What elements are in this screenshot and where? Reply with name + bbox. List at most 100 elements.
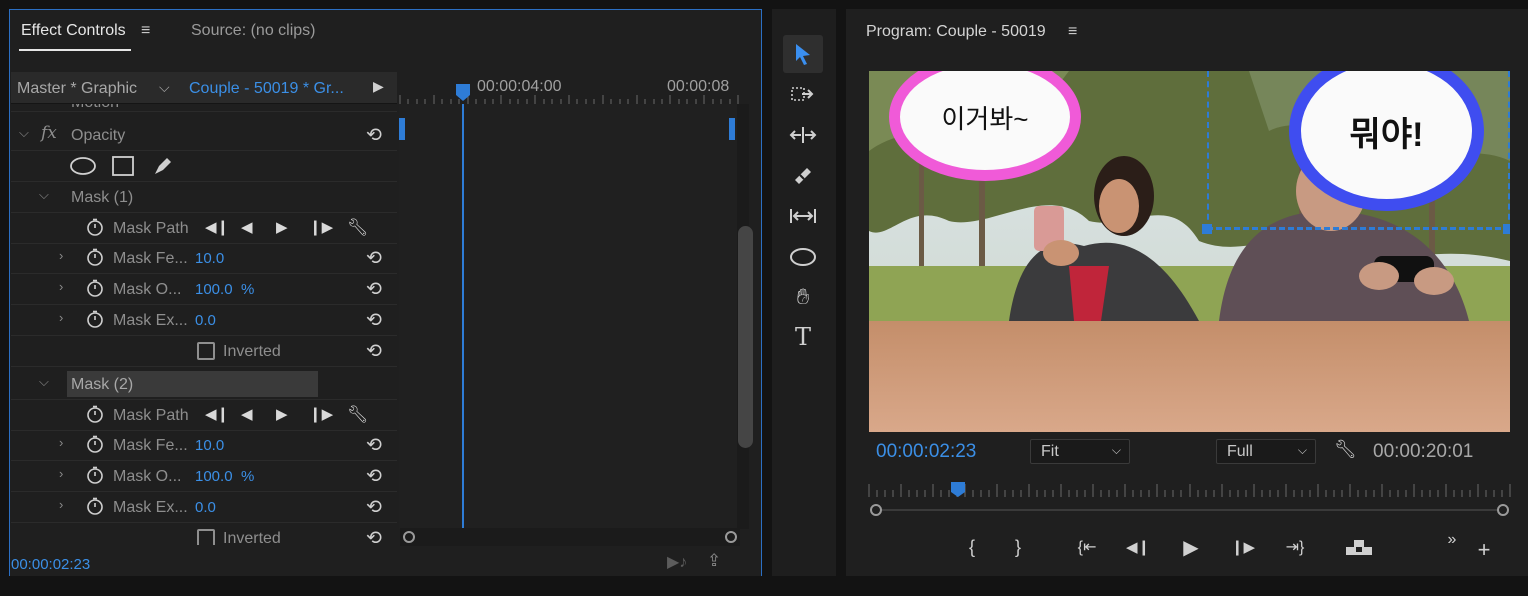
step-forward-button[interactable]: ❙▶ <box>1231 536 1255 558</box>
chevron-down-icon[interactable]: ⌵ <box>159 79 170 96</box>
reset-icon[interactable]: ⟲ <box>366 247 382 270</box>
wrench-icon[interactable]: 🔧︎ <box>1334 439 1357 460</box>
ellipse-mask-icon[interactable] <box>69 156 97 176</box>
chevron-right-icon[interactable]: › <box>59 466 63 481</box>
mask-opacity-value[interactable]: 100.0 <box>195 281 233 298</box>
wrench-icon[interactable]: 🔧︎ <box>347 218 369 238</box>
stopwatch-icon[interactable] <box>86 466 104 484</box>
mask-2-row[interactable]: ⌵ Mask (2) <box>11 369 397 400</box>
chevron-right-icon[interactable]: › <box>59 497 63 512</box>
scroll-end-handle[interactable] <box>725 531 737 543</box>
mask-handle[interactable] <box>1503 224 1510 234</box>
button-editor-plus-icon[interactable]: + <box>1474 537 1494 562</box>
fx-icon[interactable]: fx <box>41 123 57 143</box>
chevron-down-icon[interactable]: ⌵ <box>19 125 29 141</box>
mask-feather-value[interactable]: 10.0 <box>195 437 224 454</box>
reset-icon[interactable]: ⟲ <box>366 278 382 301</box>
chevron-down-icon[interactable]: ⌵ <box>39 187 49 203</box>
mask-1-row[interactable]: ⌵ Mask (1) <box>11 182 397 213</box>
reset-icon[interactable]: ⟲ <box>366 124 382 147</box>
opacity-row[interactable]: ⌵ fx Opacity ⟲ <box>11 120 397 151</box>
lift-button[interactable] <box>1342 536 1376 558</box>
track-forward-icon[interactable]: ▶ <box>276 405 288 423</box>
stopwatch-icon[interactable] <box>86 279 104 297</box>
playhead-handle[interactable] <box>456 84 470 101</box>
more-controls-icon[interactable]: » <box>1442 529 1462 551</box>
mark-in-button[interactable]: { <box>962 536 982 558</box>
mask-expansion-value[interactable]: 0.0 <box>195 499 216 516</box>
mask-opacity-value[interactable]: 100.0 <box>195 468 233 485</box>
mask-handle[interactable] <box>1202 224 1212 234</box>
track-backward-one-icon[interactable]: ◀❙ <box>205 218 229 236</box>
panel-menu-icon[interactable]: ≡ <box>1068 23 1077 41</box>
horizontal-scrollbar[interactable] <box>400 528 740 546</box>
track-forward-one-icon[interactable]: ❙▶ <box>309 405 333 423</box>
program-zoom-scrollbar[interactable] <box>868 501 1511 519</box>
keyframe-timeline-area[interactable] <box>399 104 739 529</box>
chevron-down-icon[interactable]: ⌵ <box>39 374 49 390</box>
hand-tool[interactable]: ✋︎ <box>783 278 823 316</box>
step-back-button[interactable]: ◀❙ <box>1126 536 1150 558</box>
rectangle-mask-icon[interactable] <box>111 155 135 177</box>
tab-effect-controls[interactable]: Effect Controls <box>21 22 126 40</box>
go-to-out-button[interactable]: ⇥} <box>1280 536 1310 558</box>
inverted-checkbox[interactable] <box>197 342 215 360</box>
play-audio-icon[interactable]: ▶♪ <box>667 552 687 572</box>
slip-tool[interactable] <box>783 197 823 235</box>
tab-source[interactable]: Source: (no clips) <box>191 22 316 40</box>
stopwatch-icon[interactable] <box>86 218 104 236</box>
pen-mask-icon[interactable] <box>151 154 175 178</box>
video-frame[interactable]: 이거봐~ 뭐야! <box>869 71 1510 432</box>
play-button[interactable]: ▶ <box>1179 536 1203 559</box>
razor-tool[interactable] <box>783 157 823 195</box>
reset-icon[interactable]: ⟲ <box>366 434 382 457</box>
stopwatch-icon[interactable] <box>86 405 104 423</box>
selection-tool[interactable] <box>783 35 823 73</box>
program-monitor-title[interactable]: Program: Couple - 50019 <box>866 23 1046 41</box>
ellipse-tool[interactable] <box>783 238 823 276</box>
stopwatch-icon[interactable] <box>86 310 104 328</box>
track-backward-icon[interactable]: ◀ <box>241 218 253 236</box>
program-timecode[interactable]: 00:00:02:23 <box>876 441 976 463</box>
type-tool[interactable]: T <box>783 318 823 356</box>
effect-controls-timecode[interactable]: 00:00:02:23 <box>11 556 90 573</box>
stopwatch-icon[interactable] <box>86 497 104 515</box>
reset-icon[interactable]: ⟲ <box>366 465 382 488</box>
reset-icon[interactable]: ⟲ <box>366 527 382 545</box>
ripple-edit-tool[interactable] <box>783 116 823 154</box>
zoom-dropdown[interactable]: Fit ⌵ <box>1030 439 1130 464</box>
chevron-right-icon[interactable]: › <box>59 248 63 263</box>
effect-controls-time-ruler[interactable]: 00:00:04:00 00:00:08 <box>399 72 739 104</box>
wrench-icon[interactable]: 🔧︎ <box>347 405 369 425</box>
go-to-in-button[interactable]: {⇤ <box>1072 536 1102 558</box>
motion-label: Motion <box>71 104 119 111</box>
track-forward-one-icon[interactable]: ❙▶ <box>309 218 333 236</box>
resolution-dropdown[interactable]: Full ⌵ <box>1216 439 1316 464</box>
vertical-scrollbar-thumb[interactable] <box>738 226 753 448</box>
inverted-checkbox[interactable] <box>197 529 215 545</box>
track-forward-icon[interactable]: ▶ <box>276 218 288 236</box>
panel-menu-icon[interactable]: ≡ <box>141 22 150 40</box>
scroll-end-handle[interactable] <box>1497 504 1509 516</box>
reset-icon[interactable]: ⟲ <box>366 496 382 519</box>
mask-feather-value[interactable]: 10.0 <box>195 250 224 267</box>
stopwatch-icon[interactable] <box>86 248 104 266</box>
chevron-right-icon[interactable]: › <box>59 435 63 450</box>
scroll-start-handle[interactable] <box>403 531 415 543</box>
mask-expansion-value[interactable]: 0.0 <box>195 312 216 329</box>
sequence-clip-label[interactable]: Couple - 50019 * Gr... <box>189 80 344 98</box>
master-clip-label[interactable]: Master * Graphic <box>17 80 137 98</box>
track-backward-one-icon[interactable]: ◀❙ <box>205 405 229 423</box>
export-frame-icon[interactable]: ⇪ <box>707 551 721 571</box>
mark-out-button[interactable]: } <box>1008 536 1028 558</box>
chevron-right-icon[interactable]: › <box>59 310 63 325</box>
chevron-right-icon[interactable]: › <box>59 279 63 294</box>
track-backward-icon[interactable]: ◀ <box>241 405 253 423</box>
reset-icon[interactable]: ⟲ <box>366 340 382 363</box>
play-triangle-icon[interactable]: ▶ <box>373 78 384 95</box>
reset-icon[interactable]: ⟲ <box>366 309 382 332</box>
scroll-start-handle[interactable] <box>870 504 882 516</box>
track-select-tool[interactable] <box>783 76 823 114</box>
program-playhead[interactable] <box>951 482 966 497</box>
stopwatch-icon[interactable] <box>86 435 104 453</box>
